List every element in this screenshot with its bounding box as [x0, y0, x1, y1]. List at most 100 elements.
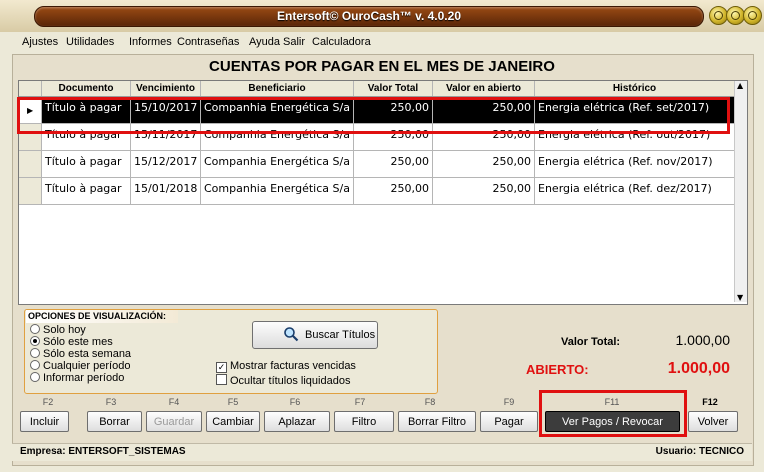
col-valor-abierto[interactable]: Valor en abierto [433, 81, 535, 96]
filtro-button[interactable]: Filtro [334, 411, 394, 432]
cell-valor-total: 250,00 [354, 178, 433, 204]
ver-pagos-revocar-button[interactable]: Ver Pagos / Revocar [545, 411, 680, 432]
menu-calculadora[interactable]: Calculadora [312, 36, 371, 48]
scroll-down-icon[interactable]: ▼ [737, 293, 743, 302]
borrar-button[interactable]: Borrar [87, 411, 142, 432]
cell-vencimiento: 15/01/2018 [131, 178, 201, 204]
view-options-label: OPCIONES DE VISUALIZACIÓN: [26, 310, 178, 323]
close-icon[interactable] [743, 6, 762, 25]
aplazar-button[interactable]: Aplazar [264, 411, 330, 432]
fkey-f3: F3 [105, 397, 117, 407]
cell-beneficiario: Companhia Energética S/a [201, 124, 354, 150]
table-row[interactable]: Título à pagar 15/01/2018 Companhia Ener… [19, 178, 734, 205]
fkey-f11: F11 [604, 397, 620, 407]
search-titles-label: Buscar Títulos [305, 329, 376, 341]
cambiar-button[interactable]: Cambiar [206, 411, 260, 432]
cell-vencimiento: 15/10/2017 [131, 97, 201, 123]
accounts-table[interactable]: Documento Vencimiento Beneficiario Valor… [18, 80, 748, 305]
cell-historico: Energia elétrica (Ref. nov/2017) [538, 155, 713, 168]
fkey-f6: F6 [289, 397, 301, 407]
status-bar: Empresa: ENTERSOFT_SISTEMAS Usuario: TEC… [12, 443, 752, 461]
cell-documento: Título à pagar [42, 178, 131, 204]
cell-documento: Título à pagar [42, 124, 131, 150]
borrar-filtro-button[interactable]: Borrar Filtro [398, 411, 476, 432]
title-bar: Entersoft© OuroCash™ v. 4.0.20 [0, 0, 764, 32]
row-selector[interactable]: ▶ [19, 97, 42, 123]
row-header-corner [19, 81, 42, 96]
cell-beneficiario: Companhia Energética S/a [201, 178, 354, 204]
fkey-f2: F2 [42, 397, 54, 407]
checkbox-mostrar-vencidas[interactable]: ✓ Mostrar facturas vencidas [216, 360, 356, 373]
fkey-f9: F9 [503, 397, 515, 407]
radio-informar-periodo[interactable]: Informar período [30, 372, 124, 384]
table-row[interactable]: Título à pagar 15/11/2017 Companhia Ener… [19, 124, 734, 151]
guardar-button[interactable]: Guardar [146, 411, 202, 432]
col-vencimiento[interactable]: Vencimiento [131, 81, 201, 96]
cell-valor-abierto: 250,00 [433, 124, 535, 150]
current-row-icon: ▶ [27, 106, 34, 115]
cell-vencimiento: 15/11/2017 [131, 124, 201, 150]
radio-dot-icon [30, 372, 40, 382]
window-title: Entersoft© OuroCash™ v. 4.0.20 [276, 9, 461, 23]
fkey-f8: F8 [424, 397, 436, 407]
search-titles-button[interactable]: Buscar Títulos [252, 321, 378, 349]
radio-label: Cualquier período [43, 360, 131, 372]
radio-label: Informar período [43, 372, 125, 384]
page-title: CUENTAS POR PAGAR EN EL MES DE JANEIRO [209, 58, 555, 75]
radio-solo-hoy[interactable]: Solo hoy [30, 324, 86, 336]
menu-ayuda[interactable]: Ayuda [249, 36, 280, 48]
menu-salir[interactable]: Salir [283, 36, 305, 48]
menu-contrasenas[interactable]: Contraseñas [177, 36, 239, 48]
magnifier-icon [284, 327, 299, 342]
cell-vencimiento: 15/12/2017 [131, 151, 201, 177]
status-empresa: Empresa: ENTERSOFT_SISTEMAS [20, 446, 186, 457]
cell-historico: Energia elétrica (Ref. dez/2017) [538, 182, 712, 195]
col-beneficiario[interactable]: Beneficiario [201, 81, 354, 96]
radio-label: Sólo esta semana [43, 348, 132, 360]
col-documento[interactable]: Documento [42, 81, 131, 96]
cell-valor-total: 250,00 [354, 151, 433, 177]
table-row[interactable]: ▶ Título à pagar 15/10/2017 Companhia En… [19, 97, 734, 124]
scroll-up-icon[interactable]: ▲ [737, 81, 743, 90]
row-selector[interactable] [19, 151, 42, 177]
table-header: Documento Vencimiento Beneficiario Valor… [19, 81, 734, 97]
radio-label: Solo hoy [43, 324, 86, 336]
cell-valor-total: 250,00 [354, 97, 433, 123]
radio-solo-este-mes[interactable]: Sólo este mes [30, 336, 113, 348]
total-value: 1.000,00 [675, 332, 731, 348]
radio-label: Sólo este mes [43, 336, 113, 348]
table-row[interactable]: Título à pagar 15/12/2017 Companhia Ener… [19, 151, 734, 178]
menu-utilidades[interactable]: Utilidades [66, 36, 114, 48]
row-selector[interactable] [19, 178, 42, 204]
row-selector[interactable] [19, 124, 42, 150]
incluir-button[interactable]: Incluir [20, 411, 69, 432]
title-pill: Entersoft© OuroCash™ v. 4.0.20 [34, 6, 704, 27]
radio-solo-esta-semana[interactable]: Sólo esta semana [30, 348, 131, 360]
menu-ajustes[interactable]: Ajustes [22, 36, 58, 48]
volver-button[interactable]: Volver [688, 411, 738, 432]
checkbox-label: Ocultar títulos liquidados [230, 375, 351, 387]
cell-historico: Energia elétrica (Ref. set/2017) [535, 97, 734, 123]
col-historico[interactable]: Histórico [535, 81, 734, 96]
cell-historico: Energia elétrica (Ref. out/2017) [538, 128, 711, 141]
pagar-button[interactable]: Pagar [480, 411, 538, 432]
vertical-scrollbar[interactable]: ▲ ▼ [734, 81, 747, 302]
menu-informes[interactable]: Informes [129, 36, 172, 48]
radio-dot-icon [30, 360, 40, 370]
cell-valor-total: 250,00 [354, 124, 433, 150]
cell-valor-abierto: 250,00 [433, 178, 535, 204]
checkbox-ocultar-liquidados[interactable]: Ocultar títulos liquidados [216, 374, 350, 387]
total-label: Valor Total: [561, 336, 621, 348]
cell-beneficiario: Companhia Energética S/a [201, 151, 354, 177]
open-value: 1.000,00 [667, 360, 730, 377]
cell-beneficiario: Companhia Energética S/a [201, 97, 354, 123]
radio-cualquier-periodo[interactable]: Cualquier período [30, 360, 130, 372]
fkey-f12: F12 [702, 397, 718, 407]
cell-documento: Título à pagar [42, 97, 131, 123]
checkbox-empty-icon [216, 374, 227, 385]
cell-valor-abierto: 250,00 [433, 151, 535, 177]
fkey-f7: F7 [354, 397, 366, 407]
col-valor-total[interactable]: Valor Total [354, 81, 433, 96]
checkbox-label: Mostrar facturas vencidas [230, 360, 356, 372]
fkey-f4: F4 [168, 397, 180, 407]
